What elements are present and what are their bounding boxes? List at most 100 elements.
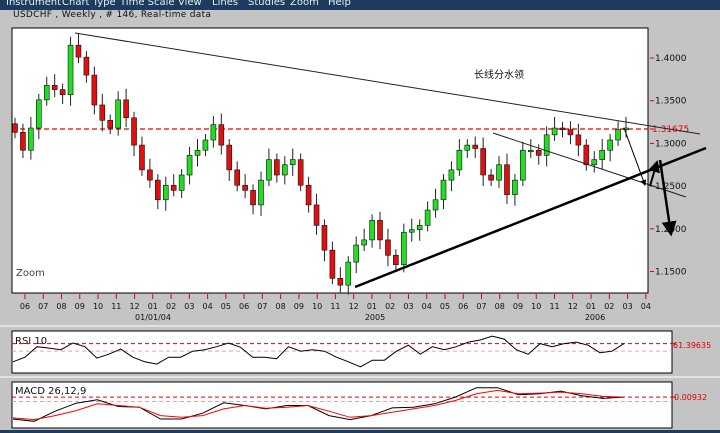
candle-body [520, 149, 526, 181]
candle-body [99, 104, 106, 121]
candle-body [599, 149, 605, 160]
month-tick-label: 09 [513, 302, 523, 311]
candle-body [266, 159, 272, 181]
candle-body [250, 190, 256, 206]
candle-body [456, 149, 463, 171]
candle-body [615, 129, 621, 141]
month-tick-label: 07 [257, 302, 267, 311]
candle-body [210, 124, 217, 141]
macd-value-label: 0.00932 [674, 393, 707, 402]
rsi-title: RSI 10 [15, 336, 47, 347]
price-tick-label: 1.4000 [655, 54, 687, 64]
candle-body [170, 184, 177, 191]
month-tick-label: 01 [586, 302, 596, 311]
candle-body [480, 148, 486, 176]
candle-body [123, 99, 129, 119]
month-tick-label: 06 [20, 302, 30, 311]
candle-body [512, 179, 518, 195]
candle-body [131, 117, 137, 146]
rsi-value-label: 61.39635 [673, 341, 711, 350]
month-tick-label: 12 [129, 302, 139, 311]
candle-body [202, 139, 209, 151]
candle-body [51, 85, 58, 90]
candle-body [242, 184, 248, 191]
candle-body [139, 144, 145, 171]
candle-body [361, 239, 367, 246]
candle-body [527, 149, 534, 153]
candle-body [377, 219, 383, 241]
month-tick-label: 12 [349, 302, 359, 311]
candle-body [281, 164, 288, 176]
zoom-label[interactable]: Zoom [16, 268, 45, 279]
candle-body [504, 164, 510, 195]
month-tick-label: 02 [385, 302, 395, 311]
candle-body [488, 174, 494, 181]
month-tick-label: 07 [476, 302, 486, 311]
candle-body [186, 155, 193, 176]
rsi-panel [11, 330, 673, 374]
candle-body [337, 278, 344, 286]
month-tick-label: 11 [330, 302, 340, 311]
candle-body [305, 184, 312, 206]
candle-body [464, 144, 471, 151]
price-tick-label: 1.3000 [655, 139, 687, 149]
candle-body [448, 169, 455, 181]
candle-body [496, 164, 502, 181]
month-tick-label: 05 [221, 302, 231, 311]
year-label: 2006 [585, 313, 605, 322]
month-tick-label: 08 [56, 302, 66, 311]
annotation-text: 长线分水领 [474, 68, 524, 81]
month-tick-label: 10 [93, 302, 103, 311]
candle-body [393, 254, 399, 265]
candle-body [147, 169, 153, 181]
month-tick-label: 04 [641, 302, 651, 311]
price-tick-label: 1.1500 [655, 268, 687, 278]
candle-body [369, 219, 375, 241]
candle-body [583, 144, 590, 166]
candle-body [591, 159, 598, 166]
candle-body [36, 99, 42, 129]
candle-body [91, 74, 98, 106]
price-tick-label: 1.2500 [655, 182, 687, 192]
candle-body [28, 127, 34, 151]
month-tick-label: 04 [203, 302, 213, 311]
candle-body [43, 85, 50, 101]
candle-body [432, 199, 439, 211]
candle-body [218, 124, 225, 146]
candle-body [274, 159, 280, 176]
candle-body [416, 225, 423, 230]
candle-body [289, 159, 296, 166]
candle-body [321, 225, 328, 251]
month-tick-label: 02 [604, 302, 614, 311]
time-axis: 06 07 08 09 10 11 12 01 02 03 04 05 06 07 08 09 10 11 12 01… [20, 294, 651, 322]
month-tick-label: 03 [184, 302, 194, 311]
month-tick-label: 08 [276, 302, 286, 311]
price-tick-label: 1.3500 [655, 97, 687, 107]
month-tick-label: 02 [166, 302, 176, 311]
year-label: 01/01/04 [135, 313, 171, 322]
candle-body [313, 204, 320, 226]
month-tick-label: 07 [38, 302, 48, 311]
candle-body [107, 120, 114, 129]
chart-canvas[interactable]: 1.40001.35001.30001.25001.20001.1500 060… [0, 0, 720, 433]
candle-body [567, 129, 574, 136]
candle-body [329, 249, 336, 279]
candle-body [67, 44, 74, 96]
candle-body [194, 149, 201, 156]
candle-body [297, 159, 304, 186]
month-tick-label: 05 [440, 302, 450, 311]
candle-body [551, 127, 558, 136]
candle-body [115, 99, 121, 129]
candle-body [178, 174, 185, 191]
candle-body [353, 244, 360, 263]
candle-body [559, 127, 566, 131]
month-tick-label: 10 [312, 302, 322, 311]
candle-body [155, 179, 161, 201]
candle-body [345, 261, 352, 286]
candle-body [408, 229, 415, 233]
candle-body [385, 239, 391, 256]
month-tick-label: 01 [367, 302, 377, 311]
candle-body [424, 209, 431, 226]
month-tick-label: 03 [622, 302, 632, 311]
month-tick-label: 11 [111, 302, 121, 311]
